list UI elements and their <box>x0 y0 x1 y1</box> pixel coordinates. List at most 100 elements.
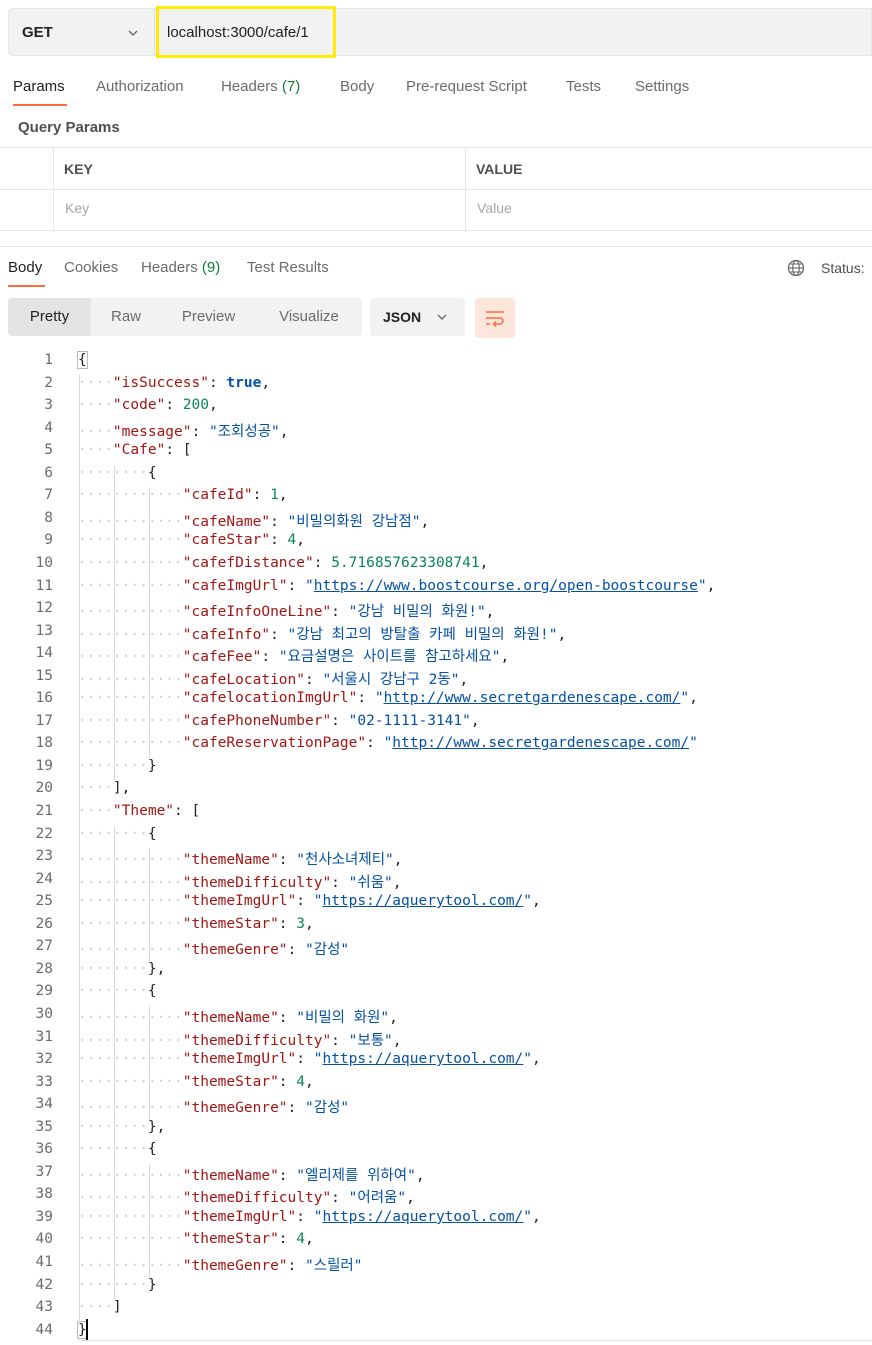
code-token: "message" <box>112 423 192 440</box>
code-token: " <box>374 690 384 707</box>
tab-pre-request-script[interactable]: Pre-request Script <box>406 78 527 95</box>
whitespace-dots: ············ <box>78 1032 183 1049</box>
line-number: 26 <box>35 915 53 932</box>
code-link[interactable]: https://aquerytool.com/ <box>322 893 523 909</box>
method-dropdown[interactable]: GET <box>8 8 154 56</box>
line-number: 43 <box>35 1299 53 1316</box>
code-token: " <box>305 577 314 594</box>
tab-tests[interactable]: Tests <box>566 78 601 95</box>
tab-count: (7) <box>281 78 301 95</box>
response-tab-test-results[interactable]: Test Results <box>247 259 329 276</box>
code-token: : <box>331 1032 349 1049</box>
code-line: ············"cafeInfoOneLine": "강남 비밀의 화… <box>78 600 494 621</box>
value-input[interactable]: Value <box>477 200 512 216</box>
url-input[interactable]: localhost:3000/cafe/1 <box>154 6 872 58</box>
whitespace-dots: ············ <box>78 1009 183 1026</box>
code-token: " <box>523 1208 532 1225</box>
tab-headers[interactable]: Headers (7) <box>221 78 300 95</box>
line-number: 20 <box>35 780 53 797</box>
pane-divider <box>0 246 872 247</box>
code-token: 1 <box>270 487 279 504</box>
line-number: 25 <box>35 893 53 910</box>
code-token: : <box>165 397 183 414</box>
line-number: 17 <box>35 712 53 729</box>
code-token: "비밀의화원 강남점" <box>287 513 421 530</box>
response-tab-body[interactable]: Body <box>8 259 42 276</box>
code-token: " <box>523 893 532 910</box>
response-body-editor[interactable]: 1{2 ····"isSuccess": true, 3 ····"code": 20… <box>0 350 872 1345</box>
view-visualize-button[interactable]: Visualize <box>256 298 362 336</box>
code-token: , <box>279 423 289 440</box>
whitespace-dots: ············ <box>78 1258 183 1274</box>
code-token: "themeName" <box>182 852 279 869</box>
code-token: "조회성공" <box>208 423 280 440</box>
format-dropdown[interactable]: JSON <box>370 298 465 336</box>
whitespace-dots: ············ <box>78 532 183 549</box>
globe-icon[interactable] <box>787 259 805 277</box>
code-line: ············"cafePhoneNumber": "02-1111-… <box>78 713 480 729</box>
code-line: ············"themeName": "천사소녀제티", <box>78 848 403 869</box>
indent-guide <box>148 848 150 961</box>
code-token: ] <box>112 1299 122 1316</box>
line-number: 16 <box>35 690 53 707</box>
code-token: "cafefDistance" <box>182 554 314 571</box>
code-token: : <box>331 874 349 891</box>
line-number: 35 <box>35 1118 53 1135</box>
line-number: 31 <box>35 1028 53 1045</box>
code-token: , <box>208 397 218 414</box>
code-link[interactable]: https://www.boostcourse.org/open-boostco… <box>314 578 698 594</box>
tab-body[interactable]: Body <box>340 78 374 95</box>
line-number: 22 <box>35 825 53 842</box>
code-token: "themeGenre" <box>182 1258 288 1274</box>
url-text: localhost:3000/cafe/1 <box>167 24 309 41</box>
view-pretty-button[interactable]: Pretty <box>8 298 91 336</box>
tab-params[interactable]: Params <box>13 78 65 95</box>
code-token: : <box>252 487 271 504</box>
code-link[interactable]: https://aquerytool.com/ <box>322 1051 523 1067</box>
code-token: "cafeLocation" <box>182 671 305 688</box>
line-number: 29 <box>35 983 53 1000</box>
response-tab-headers[interactable]: Headers (9) <box>141 259 220 276</box>
code-token: "themeStar" <box>182 1231 279 1248</box>
wrap-lines-button[interactable] <box>475 298 515 338</box>
column-divider <box>53 148 54 232</box>
tab-settings[interactable]: Settings <box>635 78 689 95</box>
view-preview-button[interactable]: Preview <box>161 298 256 336</box>
key-input[interactable]: Key <box>65 200 89 216</box>
code-token: { <box>147 825 157 842</box>
code-token: "themeName" <box>182 1167 279 1184</box>
code-token: , <box>305 1073 314 1090</box>
code-token: "themeGenre" <box>182 942 288 959</box>
code-token: } <box>147 757 157 774</box>
code-token: , <box>689 690 698 707</box>
code-token: " <box>523 1051 532 1068</box>
line-number: 3 <box>44 397 53 414</box>
query-params-title: Query Params <box>18 119 120 136</box>
whitespace-dots: ············ <box>78 942 183 959</box>
code-token: "요금설명은 사이트를 참고하세요" <box>278 649 501 666</box>
line-number: 41 <box>35 1254 53 1270</box>
code-line: ············"themeGenre": "감성" <box>78 1096 349 1117</box>
line-number: 39 <box>35 1208 53 1225</box>
code-token: : <box>278 1231 297 1248</box>
code-link[interactable]: https://aquerytool.com/ <box>322 1209 523 1225</box>
code-token: { <box>147 1141 157 1158</box>
code-line: ····] <box>78 1299 122 1315</box>
code-line: ········{ <box>78 465 157 481</box>
whitespace-dots: ············ <box>78 513 183 530</box>
code-token: 4 <box>296 1073 305 1090</box>
code-link[interactable]: http://www.secretgardenescape.com/ <box>392 735 689 751</box>
tab-authorization[interactable]: Authorization <box>96 78 184 95</box>
line-number: 36 <box>35 1141 53 1158</box>
view-raw-button[interactable]: Raw <box>91 298 161 336</box>
code-token: "cafeStar" <box>182 532 271 549</box>
code-token: 200 <box>182 397 209 414</box>
code-token: : <box>278 1073 297 1090</box>
whitespace-dots: ···· <box>78 1299 113 1316</box>
code-link[interactable]: http://www.secretgardenescape.com/ <box>384 690 681 706</box>
line-number: 23 <box>35 848 53 865</box>
response-tab-cookies[interactable]: Cookies <box>64 259 118 276</box>
code-token: , <box>261 374 271 391</box>
code-line: ····"message": "조회성공", <box>78 420 289 441</box>
line-number: 15 <box>35 667 53 684</box>
